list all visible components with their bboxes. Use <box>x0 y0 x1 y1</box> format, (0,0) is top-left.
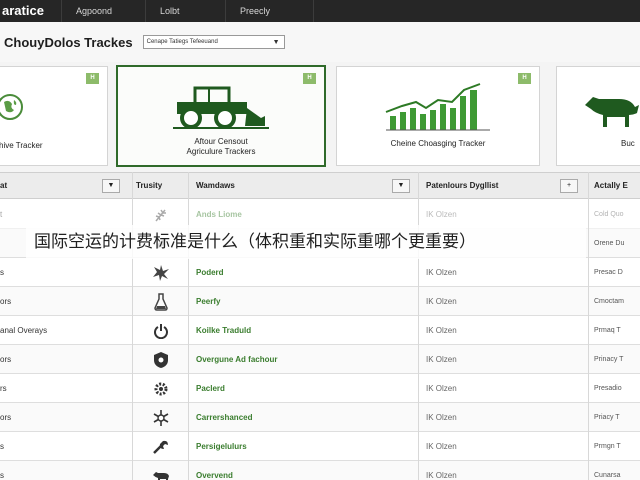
page-title: ChouyDolos Trackes <box>4 34 133 50</box>
cell-name: anal Overays <box>0 326 48 335</box>
cell-actual: Cunarsa <box>594 472 621 479</box>
tracker-cards: H chive Tracker H Aftour Censout <box>0 62 640 170</box>
column-header-wamdaws[interactable]: Wamdaws <box>196 173 416 199</box>
cell-actual: Cmoctam <box>594 298 624 305</box>
caption-banner: 国际空运的计费标准是什么（体积重和实际重哪个更重要） <box>26 225 586 259</box>
cell-pattern: IK Olzen <box>426 355 457 364</box>
page-header: ChouyDolos Trackes Cenape Tatiegs Tefeeu… <box>0 22 640 62</box>
cell-ward[interactable]: Poderd <box>196 258 416 287</box>
card-label: chive Tracker <box>0 141 43 150</box>
tractor-icon <box>173 86 269 129</box>
cell-ward[interactable]: Paclerd <box>196 374 416 403</box>
cell-name: s <box>0 471 4 480</box>
top-nav: aratice Agpoond Lolbt Preecly <box>0 0 640 22</box>
column-add-button[interactable]: + <box>560 179 578 193</box>
cell-actual: Presac D <box>594 269 623 276</box>
cell-actual: Cold Quo <box>594 211 624 218</box>
card-label: Cheine Choasging Tracker <box>390 139 486 148</box>
cell-ward[interactable]: Peerfy <box>196 287 416 316</box>
cell-pattern: IK Olzen <box>426 384 457 393</box>
view-select[interactable]: Cenape Tatiegs Tefeeuand ▼ <box>142 35 285 49</box>
column-divider <box>188 172 189 480</box>
card-label: Aftour Censout Agriculure Trackers <box>118 137 324 157</box>
cell-actual: Prmgn T <box>594 443 621 450</box>
cell-pattern: IK Olzen <box>426 471 457 480</box>
wheat-icon <box>155 209 166 221</box>
cell-actual: Prmaq T <box>594 327 621 334</box>
table-row[interactable]: ors Peerfy IK Olzen Cmoctam <box>0 287 640 316</box>
snowflake-icon <box>153 409 169 426</box>
cell-actual: Presadio <box>594 385 622 392</box>
wrench-icon <box>153 440 168 454</box>
table-row[interactable]: s Poderd IK Olzen Presac D <box>0 258 640 287</box>
cell-pattern: IK Olzen <box>426 413 457 422</box>
card-livestock-tracker[interactable]: Buc <box>556 66 640 166</box>
cell-actual: Priacy T <box>594 414 620 421</box>
power-icon <box>154 323 168 339</box>
cell-pattern: IK Olzen <box>426 442 457 451</box>
gear-icon <box>154 382 168 395</box>
cell-ward[interactable]: Overvend <box>196 461 416 480</box>
table-header: at ▼ Trusity Wamdaws ▼ Patenlours Dyglli… <box>0 173 640 199</box>
column-divider <box>588 172 589 480</box>
cell-ward[interactable]: Persigelulurs <box>196 432 416 461</box>
cell-name: ors <box>0 413 12 422</box>
table-row[interactable]: ors Overgune Ad fachour IK Olzen Prinacy… <box>0 345 640 374</box>
burst-icon <box>153 264 169 281</box>
cell-ward[interactable]: Carrershanced <box>196 403 416 432</box>
cell-name: ors <box>0 297 12 306</box>
chevron-down-icon: ▼ <box>272 39 280 46</box>
cell-ward[interactable]: Koilke Traduld <box>196 316 416 345</box>
cell-name: s <box>0 442 4 451</box>
animal-icon <box>585 97 639 127</box>
table-row[interactable]: anal Overays Koilke Traduld IK Olzen Prm… <box>0 316 640 345</box>
column-sort-button[interactable]: ▼ <box>102 179 120 193</box>
brand-logo[interactable]: aratice <box>0 0 62 22</box>
cell-name: rs <box>0 384 7 393</box>
card-change-tracker[interactable]: H Cheine Choasging Tracker <box>336 66 540 166</box>
column-divider <box>418 172 419 480</box>
cell-pattern: IK Olzen <box>426 326 457 335</box>
view-select-value: Cenape Tatiegs Tefeeuand <box>146 39 218 45</box>
nav-item-2[interactable]: Lolbt <box>146 0 226 22</box>
table-row[interactable]: rs Paclerd IK Olzen Presadio <box>0 374 640 403</box>
table-row[interactable]: ors Carrershanced IK Olzen Priacy T <box>0 403 640 432</box>
card-archive-tracker[interactable]: H chive Tracker <box>0 66 108 166</box>
card-label-line-2: Agriculure Trackers <box>186 147 256 156</box>
table-row[interactable]: s Overvend IK Olzen Cunarsa <box>0 461 640 480</box>
cell-pattern: IK Olzen <box>426 268 457 277</box>
bar-chart-icon <box>385 83 490 131</box>
column-sort-button[interactable]: ▼ <box>392 179 410 193</box>
cell-actual: Orene Du <box>594 240 625 247</box>
card-label: Buc <box>621 139 635 148</box>
cell-pattern: IK Olzen <box>426 297 457 306</box>
column-divider <box>132 172 133 480</box>
card-label-line-1: Aftour Censout <box>194 137 248 146</box>
globe-icon <box>0 94 23 120</box>
tracker-table: at ▼ Trusity Wamdaws ▼ Patenlours Dyglli… <box>0 172 640 480</box>
card-agriculture-trackers[interactable]: H Aftour Censout Agriculure Trackers <box>116 65 326 167</box>
cell-ward[interactable]: Overgune Ad fachour <box>196 345 416 374</box>
cell-actual: Prinacy T <box>594 356 624 363</box>
table-row[interactable]: s Persigelulurs IK Olzen Prmgn T <box>0 432 640 461</box>
nav-item-1[interactable]: Agpoond <box>62 0 146 22</box>
cell-name: s <box>0 268 4 277</box>
nav-item-3[interactable]: Preecly <box>226 0 314 22</box>
shield-icon <box>154 351 168 368</box>
animal-icon <box>153 471 169 480</box>
column-header-actally[interactable]: Actally E <box>594 173 640 199</box>
flask-icon <box>154 292 168 311</box>
cell-name: ors <box>0 355 12 364</box>
column-header-trusity[interactable]: Trusity <box>136 173 186 199</box>
